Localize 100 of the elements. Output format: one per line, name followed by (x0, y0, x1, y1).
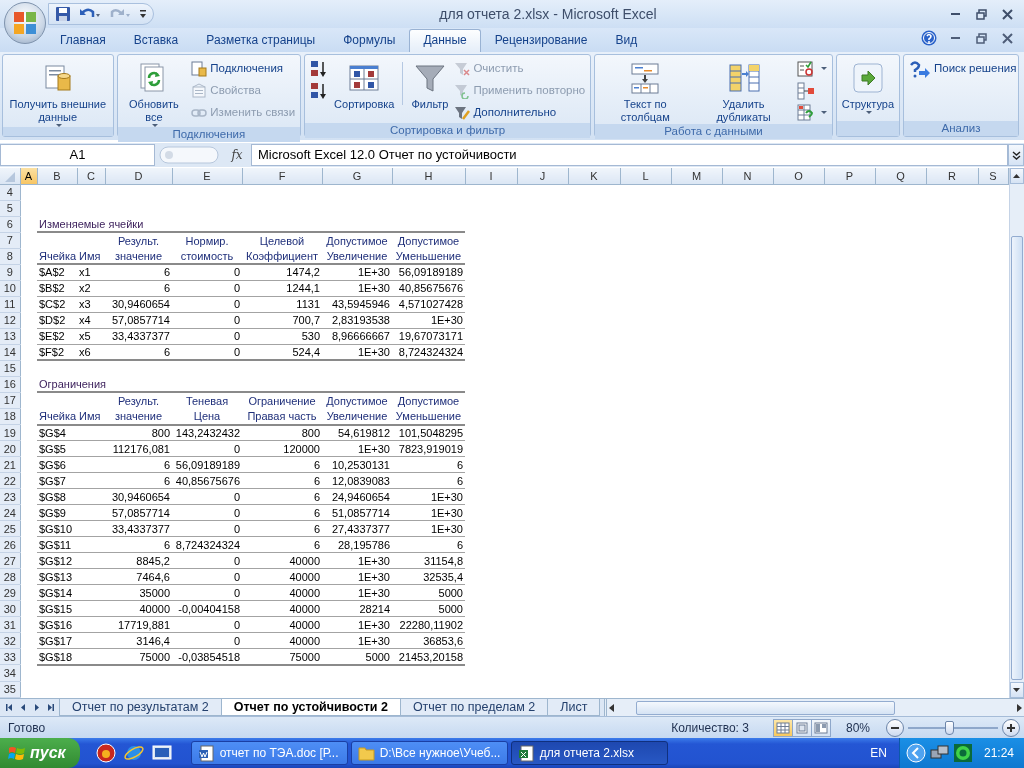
table-cell: 120000 (242, 440, 322, 457)
zoom-level[interactable]: 80% (845, 718, 870, 737)
column-header[interactable]: I (465, 168, 517, 185)
sheet-tab[interactable]: Отчет по пределам 2 (399, 699, 549, 716)
properties-icon (191, 82, 208, 99)
insert-function-button[interactable]: fx (227, 146, 247, 164)
browser-icon[interactable] (123, 743, 144, 763)
expand-formula-button[interactable] (1008, 144, 1024, 166)
ribbon-tab[interactable]: Разметка страницы (192, 29, 330, 52)
table-cell: 7464,6 (105, 568, 172, 585)
scroll-up-button[interactable] (1009, 168, 1024, 184)
ribbon-tab[interactable]: Вид (601, 29, 652, 52)
table-cell: 0 (172, 328, 242, 345)
language-indicator[interactable]: EN (866, 744, 891, 762)
scroll-down-button[interactable] (1009, 682, 1024, 698)
column-header[interactable]: N (722, 168, 773, 185)
ribbon-tab[interactable]: Рецензирование (480, 29, 602, 52)
column-header[interactable]: D (105, 168, 172, 185)
save-icon[interactable] (55, 6, 71, 22)
view-button[interactable] (810, 718, 831, 737)
taskbar-button[interactable]: отчет по ТЭА.doc [Р... (190, 741, 348, 765)
zoom-in-button[interactable] (1002, 718, 1020, 737)
column-header[interactable]: R (926, 168, 978, 185)
taskbar-button[interactable]: для отчета 2.xlsx (510, 741, 668, 765)
column-header[interactable]: C (77, 168, 105, 185)
view-button[interactable] (772, 718, 793, 737)
column-header[interactable]: B (37, 168, 77, 185)
formula-field[interactable]: Microsoft Excel 12.0 Отчет по устойчивости (251, 144, 1008, 166)
right-arrow-icon[interactable] (1017, 703, 1022, 712)
desktop-icon[interactable] (151, 743, 172, 763)
ribbon-button[interactable]: Фильтр (409, 58, 451, 123)
column-header[interactable]: K (568, 168, 620, 185)
status-text: Готово (7, 719, 47, 737)
handle-icon[interactable] (159, 146, 219, 164)
taskbar-button[interactable]: D:\Все нужное\Учеб... (350, 741, 508, 765)
zoom-out-button[interactable] (886, 718, 904, 737)
column-header[interactable]: P (824, 168, 875, 185)
ribbon-tab[interactable]: Данные (409, 29, 481, 52)
table-cell: 800 (105, 424, 172, 441)
ribbon-tab[interactable]: Главная (46, 29, 120, 52)
sort-descending-icon (310, 81, 329, 100)
scrollbar-thumb[interactable] (636, 700, 895, 715)
network-icon[interactable] (929, 744, 950, 762)
column-heading: Имя (77, 408, 105, 425)
office-button[interactable] (4, 2, 46, 44)
table-cell: 5000 (322, 648, 392, 665)
sheet-tab[interactable]: Отчет по устойчивости 2 (220, 699, 401, 716)
name-box[interactable]: A1 (0, 144, 155, 166)
column-header[interactable]: E (172, 168, 242, 185)
customize-icon[interactable] (139, 8, 147, 20)
column-header[interactable]: M (671, 168, 722, 185)
ribbon-button[interactable]: Поиск решения (907, 58, 1019, 79)
scrollbar-thumb[interactable] (1010, 236, 1023, 680)
column-heading: Результ. (105, 232, 172, 249)
ribbon-button[interactable]: Структура (839, 58, 896, 121)
table-cell: 8,724324324 (392, 344, 465, 361)
column-header[interactable]: L (620, 168, 671, 185)
table-cell: 1E+30 (322, 584, 392, 601)
ribbon-button[interactable]: Текст по столбцам (598, 58, 693, 124)
ribbon-button[interactable]: Удалить дубликаты (694, 58, 793, 124)
ribbon-button[interactable]: Подключения (189, 58, 298, 79)
table-cell: 6 (242, 472, 322, 489)
table-cell: 6 (242, 504, 322, 521)
table-cell: 6 (105, 456, 172, 473)
table-cell: 6 (392, 472, 465, 489)
ribbon-tab[interactable]: Формулы (329, 29, 410, 52)
column-header[interactable]: J (517, 168, 568, 185)
column-header[interactable]: O (773, 168, 824, 185)
column-header[interactable]: F (242, 168, 322, 185)
status-icon[interactable] (953, 744, 972, 762)
last-sheet-icon (47, 703, 55, 712)
section-title: Ограничения (37, 376, 465, 393)
chevron-left-icon[interactable] (905, 743, 926, 763)
table-cell: $G$8 (37, 488, 77, 505)
table-cell: 0 (172, 520, 242, 537)
column-header[interactable]: H (392, 168, 465, 185)
column-heading: Имя (77, 248, 105, 265)
group-label: Сортировка и фильтр (305, 123, 591, 138)
table-cell: 36853,6 (392, 632, 465, 649)
column-heading: Результ. (105, 392, 172, 409)
table-cell: 33,4337377 (105, 328, 172, 345)
column-heading: Ячейка (37, 248, 77, 265)
table-cell: 0 (172, 312, 242, 329)
left-arrow-icon[interactable] (609, 703, 615, 712)
ribbon-tab[interactable]: Вставка (119, 29, 193, 52)
column-header[interactable]: S (978, 168, 1008, 185)
column-header[interactable]: Q (875, 168, 926, 185)
table-cell: $G$14 (37, 584, 77, 601)
minimize-icon (950, 13, 960, 15)
slider-thumb[interactable] (944, 720, 954, 735)
office-logo-icon (13, 11, 37, 35)
column-header[interactable]: G (322, 168, 392, 185)
sheet-tab[interactable]: Отчет по результатам 2 (59, 699, 222, 716)
table-cell: 1E+30 (392, 312, 465, 329)
sheet-tab[interactable]: Лист (547, 699, 601, 716)
database-icon (191, 60, 208, 77)
ribbon-button[interactable]: Сортировка (332, 58, 397, 123)
column-heading: Увеличение (322, 408, 392, 425)
icon-button[interactable] (794, 58, 829, 79)
ribbon-button[interactable]: Дополнительно (452, 102, 588, 123)
